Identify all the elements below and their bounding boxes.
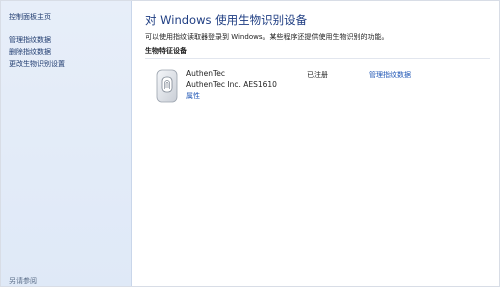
manage-fingerprint-data-link[interactable]: 管理指纹数据 bbox=[369, 70, 411, 80]
page-description: 可以使用指纹读取器登录到 Windows。某些程序还提供使用生物识别的功能。 bbox=[145, 33, 389, 41]
device-name: AuthenTec bbox=[186, 69, 225, 78]
sidebar-item-manage-fingerprint-data[interactable]: 管理指纹数据 bbox=[9, 35, 51, 45]
left-navigation-pane: 控制面板主页 管理指纹数据 删除指纹数据 更改生物识别设置 另请参阅 bbox=[1, 1, 132, 286]
device-status: 已注册 bbox=[307, 71, 328, 79]
fingerprint-reader-icon[interactable] bbox=[154, 69, 180, 103]
section-title-biometric-devices: 生物特征设备 bbox=[145, 47, 187, 55]
control-panel-window: 控制面板主页 管理指纹数据 删除指纹数据 更改生物识别设置 另请参阅 对 Win… bbox=[0, 0, 500, 287]
see-also-heading: 另请参阅 bbox=[9, 277, 37, 285]
sidebar-item-change-biometric-settings[interactable]: 更改生物识别设置 bbox=[9, 59, 65, 69]
main-content-pane: 对 Windows 使用生物识别设备 可以使用指纹读取器登录到 Windows。… bbox=[132, 1, 499, 286]
biometric-device-row: AuthenTec AuthenTec Inc. AES1610 属性 已注册 … bbox=[145, 63, 490, 117]
sidebar-item-delete-fingerprint-data[interactable]: 删除指纹数据 bbox=[9, 47, 51, 57]
section-divider bbox=[145, 58, 490, 59]
device-model: AuthenTec Inc. AES1610 bbox=[186, 80, 277, 89]
control-panel-home-link[interactable]: 控制面板主页 bbox=[9, 12, 51, 22]
page-title: 对 Windows 使用生物识别设备 bbox=[145, 13, 308, 27]
device-properties-link[interactable]: 属性 bbox=[186, 91, 200, 101]
